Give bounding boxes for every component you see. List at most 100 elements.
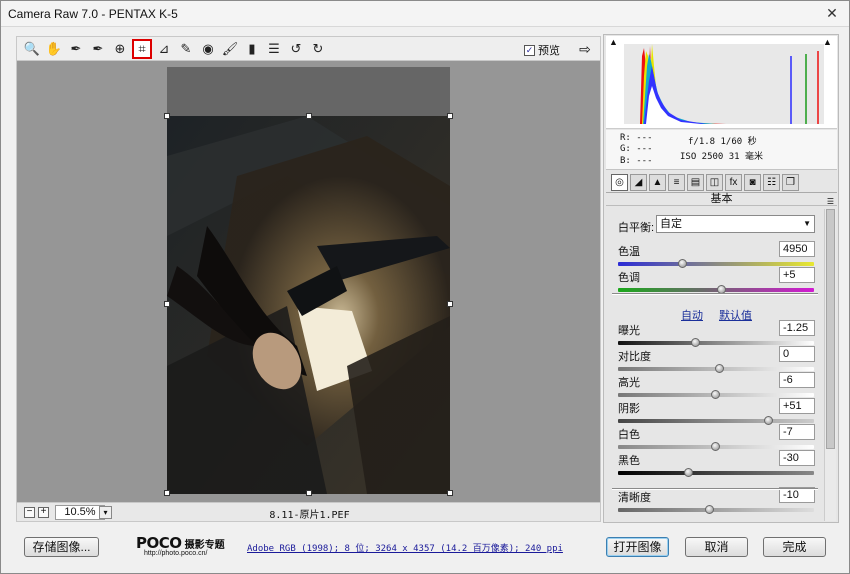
highlight-clipping-icon[interactable]: ▲ xyxy=(823,38,834,47)
section-title: 基本 ☰ xyxy=(606,193,837,206)
crop-handle-tr[interactable] xyxy=(447,113,453,119)
open-image-button[interactable]: 打开图像 xyxy=(606,537,669,557)
image-canvas[interactable] xyxy=(16,61,601,502)
graduated-filter-icon[interactable]: ▮ xyxy=(243,40,261,58)
rotate-left-icon[interactable]: ↺ xyxy=(287,40,305,58)
title-bar: Camera Raw 7.0 - PENTAX K-5 ✕ xyxy=(1,1,849,27)
camera-raw-window: Camera Raw 7.0 - PENTAX K-5 ✕ ✓ 预览 ⇨ 🔍 ✋ ✒… xyxy=(0,0,850,574)
contrast-label: 对比度 xyxy=(618,351,651,363)
tint-value-field[interactable]: +5 xyxy=(779,267,815,283)
split-toning-tab-icon[interactable]: ▤ xyxy=(687,174,704,191)
logo-url: http://photo.poco.cn/ xyxy=(144,550,208,557)
shadows-value-field[interactable]: +51 xyxy=(779,398,815,414)
fullscreen-icon[interactable]: ⇨ xyxy=(576,40,594,58)
file-name: 8.11-原片1.PEF xyxy=(269,510,350,521)
rotate-right-icon[interactable]: ↻ xyxy=(309,40,327,58)
exposure-label: 曝光 xyxy=(618,325,640,337)
detail-tab-icon[interactable]: ▲ xyxy=(649,174,666,191)
contrast-slider-thumb[interactable] xyxy=(714,364,724,373)
crop-handle-top[interactable] xyxy=(306,113,312,119)
hsl-tab-icon[interactable]: ≡ xyxy=(668,174,685,191)
crop-handle-left[interactable] xyxy=(164,301,170,307)
done-button[interactable]: 完成 xyxy=(763,537,826,557)
scrollbar-thumb[interactable] xyxy=(826,209,835,449)
temp-label: 色温 xyxy=(618,246,640,258)
effects-tab-icon[interactable]: fx xyxy=(725,174,742,191)
zoom-tool-icon[interactable]: 🔍 xyxy=(23,40,41,58)
adjustment-brush-icon[interactable]: 🖌 xyxy=(221,40,239,58)
clarity-slider-thumb[interactable] xyxy=(705,505,715,514)
shadows-slider-track[interactable] xyxy=(618,419,814,423)
crop-handle-right[interactable] xyxy=(447,301,453,307)
crop-tool-icon[interactable]: ⌗ xyxy=(132,39,152,59)
chevron-down-icon: ▼ xyxy=(803,219,811,228)
crop-handle-tl[interactable] xyxy=(164,113,170,119)
preferences-icon[interactable]: ☰ xyxy=(265,40,283,58)
camera-calibration-tab-icon[interactable]: ◙ xyxy=(744,174,761,191)
lens-corrections-tab-icon[interactable]: ◫ xyxy=(706,174,723,191)
exposure-slider-track[interactable] xyxy=(618,341,814,345)
blacks-slider-track[interactable] xyxy=(618,471,814,475)
checkbox-icon[interactable]: ✓ xyxy=(524,44,535,56)
crop-handle-bl[interactable] xyxy=(164,490,170,496)
basic-section-title: 基本 xyxy=(710,193,733,205)
exposure-value-field[interactable]: -1.25 xyxy=(779,320,815,336)
shadows-slider-thumb[interactable] xyxy=(763,416,773,425)
blacks-label: 黑色 xyxy=(618,455,640,467)
green-readout: G: --- xyxy=(620,144,653,154)
clarity-label: 清晰度 xyxy=(618,492,651,504)
whites-slider-thumb[interactable] xyxy=(711,442,720,451)
cancel-button[interactable]: 取消 xyxy=(685,537,748,557)
temp-slider-thumb[interactable] xyxy=(677,259,687,268)
workflow-options-link[interactable]: Adobe RGB (1998); 8 位; 3264 x 4357 (14.2… xyxy=(247,541,563,554)
straighten-tool-icon[interactable]: ⊿ xyxy=(155,40,173,58)
crop-handle-bottom[interactable] xyxy=(306,490,312,496)
default-link[interactable]: 默认值 xyxy=(719,307,752,323)
white-balance-value: 自定 xyxy=(660,218,682,230)
clarity-slider-track[interactable] xyxy=(618,508,814,512)
panel-menu-icon[interactable]: ☰ xyxy=(827,195,834,208)
histogram: ▲ ▲ xyxy=(606,36,837,129)
aperture-shutter: f/1.8 1/60 秒 xyxy=(688,137,757,147)
window-title: Camera Raw 7.0 - PENTAX K-5 xyxy=(8,7,178,21)
preview-checkbox[interactable]: ✓ 预览 xyxy=(524,42,560,58)
temp-slider-track[interactable] xyxy=(618,262,814,266)
temp-value-field[interactable]: 4950 xyxy=(779,241,815,257)
highlights-label: 高光 xyxy=(618,377,640,389)
blacks-slider-thumb[interactable] xyxy=(683,468,693,477)
targeted-adjustment-tool-icon[interactable]: ⊕ xyxy=(111,40,129,58)
blue-readout: B: --- xyxy=(620,156,653,166)
highlights-slider-thumb[interactable] xyxy=(711,390,720,399)
crop-excluded-area xyxy=(167,67,450,116)
presets-tab-icon[interactable]: ☷ xyxy=(763,174,780,191)
hand-tool-icon[interactable]: ✋ xyxy=(45,40,63,58)
whites-label: 白色 xyxy=(618,429,640,441)
basic-tab-icon[interactable]: ◎ xyxy=(611,174,628,191)
white-balance-select[interactable]: 自定 ▼ xyxy=(656,215,815,233)
contrast-value-field[interactable]: 0 xyxy=(779,346,815,362)
basic-settings: 白平衡: 自定 ▼ 色温 4950 色调 +5 曝光 -1.25 对比度 0 高光 -6 阴影 +51… xyxy=(606,209,822,521)
shadows-label: 阴影 xyxy=(618,403,640,415)
shadow-clipping-icon[interactable]: ▲ xyxy=(609,38,620,47)
photo-image xyxy=(167,116,450,494)
red-eye-tool-icon[interactable]: ◉ xyxy=(199,40,217,58)
image-info: R: --- G: --- B: --- f/1.8 1/60 秒 ISO 25… xyxy=(606,130,837,170)
whites-value-field[interactable]: -7 xyxy=(779,424,815,440)
exposure-slider-thumb[interactable] xyxy=(691,338,701,347)
close-icon[interactable]: ✕ xyxy=(823,4,841,22)
preview-label: 预览 xyxy=(538,45,560,57)
save-image-button[interactable]: 存储图像... xyxy=(24,537,99,557)
color-sampler-tool-icon[interactable]: ✒ xyxy=(89,40,107,58)
snapshots-tab-icon[interactable]: ❐ xyxy=(782,174,799,191)
spot-removal-tool-icon[interactable]: ✎ xyxy=(177,40,195,58)
panel-tabs: ◎ ◢ ▲ ≡ ▤ ◫ fx ◙ ☷ ❐ xyxy=(606,172,837,193)
tone-curve-tab-icon[interactable]: ◢ xyxy=(630,174,647,191)
crop-handle-br[interactable] xyxy=(447,490,453,496)
auto-link[interactable]: 自动 xyxy=(681,307,703,323)
white-balance-tool-icon[interactable]: ✒ xyxy=(67,40,85,58)
section-divider xyxy=(612,488,818,490)
highlights-value-field[interactable]: -6 xyxy=(779,372,815,388)
blacks-value-field[interactable]: -30 xyxy=(779,450,815,466)
panel-scrollbar[interactable] xyxy=(824,209,836,521)
photo-preview[interactable] xyxy=(167,116,450,494)
